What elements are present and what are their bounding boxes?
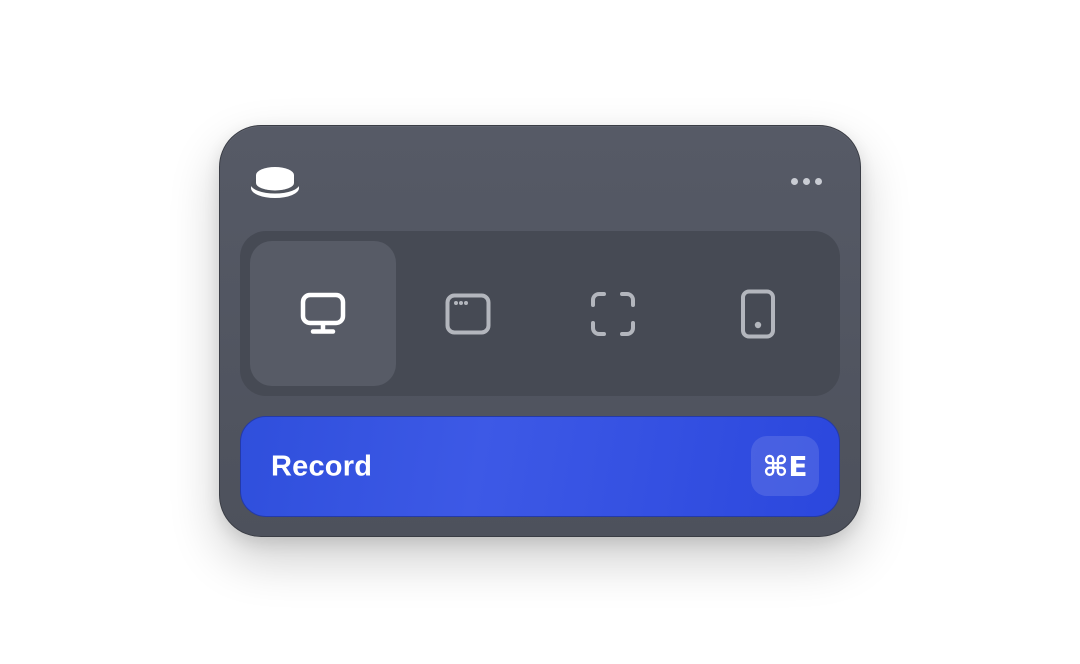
more-options-button[interactable] bbox=[786, 170, 826, 192]
capture-mode-selector bbox=[240, 231, 840, 396]
ellipsis-icon-dot bbox=[814, 177, 822, 185]
record-button-label: Record bbox=[271, 450, 373, 482]
record-button[interactable]: Record ⌘E bbox=[240, 416, 840, 517]
mode-window-button[interactable] bbox=[395, 241, 541, 386]
monitor-icon bbox=[300, 292, 346, 334]
mode-area-button[interactable] bbox=[540, 241, 686, 386]
shortcut-badge: ⌘E bbox=[751, 436, 819, 496]
app-logo-icon bbox=[249, 161, 301, 201]
mode-device-button[interactable] bbox=[685, 241, 831, 386]
ellipsis-icon-dot bbox=[802, 177, 810, 185]
selection-area-icon bbox=[591, 291, 635, 336]
capture-panel: Record ⌘E bbox=[219, 125, 861, 537]
phone-icon bbox=[741, 289, 775, 338]
app-window-icon bbox=[445, 293, 491, 334]
mode-screen-button[interactable] bbox=[250, 241, 396, 386]
ellipsis-icon-dot bbox=[790, 177, 798, 185]
